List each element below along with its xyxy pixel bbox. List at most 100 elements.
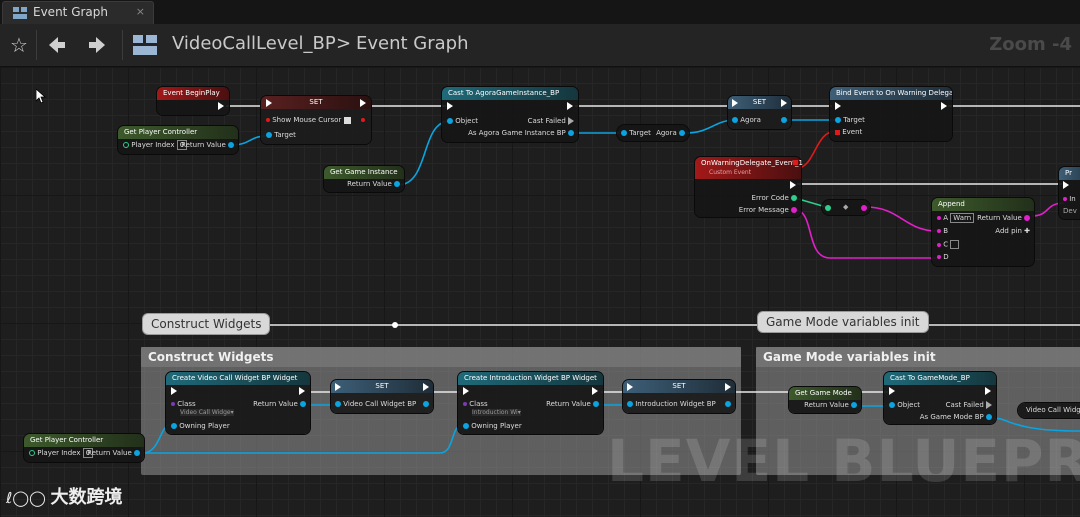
exec-out-pin[interactable] <box>725 383 731 391</box>
node-print-string[interactable]: Pr In Dev <box>1059 167 1080 219</box>
node-set-introduction-widget[interactable]: SET Introduction Widget BP <box>623 380 735 413</box>
node-bind-event-on-warning[interactable]: Bind Event to On Warning Delegate Target… <box>830 87 952 141</box>
show-mouse-cursor-pin[interactable]: Show Mouse Cursor <box>266 116 351 124</box>
variable-pin[interactable]: Introduction Widget BP <box>627 400 716 408</box>
return-value-pin[interactable]: Return Value <box>977 214 1030 222</box>
exec-out-pin[interactable] <box>567 102 573 110</box>
exec-out-pin[interactable] <box>985 387 991 395</box>
close-tab-icon[interactable]: × <box>136 5 145 18</box>
output-pin[interactable] <box>861 204 867 212</box>
exec-out-pin[interactable] <box>941 102 947 110</box>
node-get-player-controller[interactable]: Get Player Controller Player Index 0 Ret… <box>118 126 238 154</box>
target-pin[interactable]: Target <box>266 131 296 139</box>
a-pin[interactable]: A Warn <box>937 213 975 223</box>
owning-player-pin[interactable]: Owning Player <box>463 422 522 430</box>
forward-arrow-icon[interactable] <box>84 32 110 58</box>
node-get-agora-variable[interactable]: Target Agora <box>617 125 689 141</box>
reroute-node[interactable] <box>392 322 398 328</box>
return-value-pin[interactable]: Return Value <box>804 401 857 409</box>
exec-in-pin[interactable] <box>835 102 841 110</box>
node-byte-to-string[interactable]: ◆ <box>822 200 870 215</box>
node-cast-to-agora-game-instance[interactable]: Cast To AgoraGameInstance_BP Object Cast… <box>442 87 578 142</box>
object-pin[interactable]: Object <box>889 401 920 409</box>
tab-bar: Event Graph × <box>0 0 1080 24</box>
delegate-pin[interactable] <box>793 160 798 165</box>
player-index-pin[interactable]: Player Index 0 <box>29 448 94 458</box>
exec-out-pin[interactable] <box>299 387 305 395</box>
input-pin[interactable] <box>825 204 831 212</box>
node-get-game-mode[interactable]: Get Game Mode Return Value <box>789 387 861 413</box>
exec-in-pin[interactable] <box>266 99 272 107</box>
target-pin[interactable]: Target <box>835 116 865 124</box>
node-create-introduction-widget[interactable]: Create Introduction Widget BP Widget Cla… <box>458 372 603 434</box>
return-value-pin[interactable]: Return Value <box>546 400 599 408</box>
exec-in-pin[interactable] <box>463 387 469 395</box>
in-string-pin[interactable]: In <box>1063 195 1076 203</box>
exec-out-pin[interactable] <box>360 99 366 107</box>
exec-in-pin[interactable] <box>447 102 453 110</box>
output-pin[interactable] <box>781 116 787 124</box>
node-set-video-call-widget[interactable]: SET Video Call Widget BP <box>331 380 433 413</box>
event-pin[interactable]: Event <box>835 128 862 136</box>
agora-pin[interactable]: Agora <box>732 116 761 124</box>
node-set-agora[interactable]: SET Agora <box>728 96 791 129</box>
comment-bubble-game-mode[interactable]: Game Mode variables init <box>758 312 928 332</box>
return-value-pin[interactable]: Return Value <box>347 180 400 188</box>
dev-pin[interactable]: Dev <box>1063 207 1077 215</box>
node-get-player-controller-2[interactable]: Get Player Controller Player Index 0 Ret… <box>24 434 144 462</box>
back-arrow-icon[interactable] <box>44 32 70 58</box>
variable-pin[interactable]: Video Call Widget BP <box>335 400 416 408</box>
class-select[interactable]: Introduction Wi▾ <box>472 409 521 416</box>
return-value-pin[interactable]: Return Value <box>253 400 306 408</box>
as-game-mode-pin[interactable]: As Game Mode BP <box>920 413 992 421</box>
exec-out-pin[interactable] <box>218 102 224 110</box>
class-pin[interactable]: Class <box>171 400 196 408</box>
error-code-pin[interactable]: Error Code <box>752 194 797 202</box>
tab-event-graph[interactable]: Event Graph × <box>2 1 154 24</box>
exec-in-pin[interactable] <box>171 387 177 395</box>
output-pin[interactable] <box>361 116 365 124</box>
exec-out-pin[interactable] <box>790 181 796 189</box>
target-pin[interactable]: Target <box>621 129 651 137</box>
output-pin[interactable] <box>725 400 731 408</box>
node-video-call-widget-getter[interactable]: Video Call Widget B <box>1018 403 1080 418</box>
exec-out-pin[interactable] <box>423 383 429 391</box>
b-pin[interactable]: B <box>937 227 948 235</box>
graph-canvas[interactable]: Construct Widgets Game Mode variables in… <box>0 67 1080 517</box>
node-set-show-mouse-cursor[interactable]: SET Show Mouse Cursor Target <box>261 96 371 144</box>
comment-bubble-construct-widgets[interactable]: Construct Widgets <box>143 314 270 334</box>
node-cast-to-gamemode[interactable]: Cast To GameMode_BP Object Cast Failed A… <box>884 372 996 424</box>
node-custom-event-onwarning[interactable]: OnWarningDelegate_Event_1 Custom Event E… <box>695 157 803 217</box>
exec-in-pin[interactable] <box>1063 181 1069 189</box>
favorite-star-icon[interactable]: ☆ <box>6 32 32 58</box>
node-event-beginplay[interactable]: Event BeginPlay <box>157 87 229 115</box>
return-value-pin[interactable]: Return Value <box>87 449 140 457</box>
breadcrumb-blueprint[interactable]: VideoCallLevel_BP <box>172 33 336 54</box>
as-agora-pin[interactable]: As Agora Game Instance BP <box>468 129 574 137</box>
exec-in-pin[interactable] <box>889 387 895 395</box>
breadcrumb-event-graph[interactable]: Event Graph <box>356 33 469 54</box>
class-pin[interactable]: Class <box>463 400 488 408</box>
output-pin[interactable] <box>423 400 429 408</box>
exec-in-pin[interactable] <box>335 383 341 391</box>
agora-pin[interactable]: Agora <box>656 129 685 137</box>
object-pin[interactable]: Object <box>447 117 478 125</box>
exec-in-pin[interactable] <box>732 99 738 107</box>
player-index-pin[interactable]: Player Index 0 <box>123 140 188 150</box>
return-value-pin[interactable]: Return Value <box>181 141 234 149</box>
d-pin[interactable]: D <box>937 253 949 261</box>
exec-out-pin[interactable] <box>781 99 787 107</box>
class-select[interactable]: Video Call Widge▾ <box>180 409 234 416</box>
cast-failed-pin[interactable]: Cast Failed <box>946 401 992 409</box>
add-pin-button[interactable]: Add pin ✚ <box>995 227 1030 235</box>
exec-out-pin[interactable] <box>592 387 598 395</box>
level-blueprint-watermark: LEVEL BLUEPRINT <box>607 427 1080 495</box>
node-append[interactable]: Append A Warn Return Value B Add pin ✚ C… <box>932 198 1034 266</box>
node-get-game-instance[interactable]: Get Game Instance Return Value <box>324 166 404 192</box>
c-pin[interactable]: C <box>937 240 960 249</box>
cast-failed-pin[interactable]: Cast Failed <box>528 117 574 125</box>
node-create-video-call-widget[interactable]: Create Video Call Widget BP Widget Class… <box>166 372 310 434</box>
exec-in-pin[interactable] <box>627 383 633 391</box>
owning-player-pin[interactable]: Owning Player <box>171 422 230 430</box>
error-message-pin[interactable]: Error Message <box>739 206 797 214</box>
